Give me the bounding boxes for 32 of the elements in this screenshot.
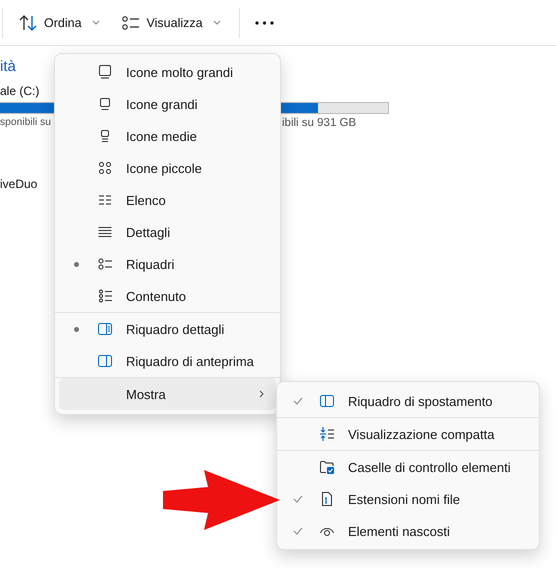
compact-icon <box>320 427 334 441</box>
sort-button[interactable]: Ordina <box>15 8 104 36</box>
menu-item[interactable]: Riquadro di spostamento <box>281 385 535 417</box>
more-icon[interactable] <box>254 20 274 24</box>
menu-item[interactable]: Icone medie <box>59 120 276 152</box>
free-space-text: ibili su 931 GB <box>282 117 356 129</box>
menu-item[interactable]: Riquadro dettagli <box>59 313 276 345</box>
tiles-icon <box>122 14 140 30</box>
file-icon <box>320 492 334 506</box>
menu-item[interactable]: Dettagli <box>59 216 276 248</box>
chevron-down-icon <box>212 20 221 25</box>
list-icon <box>98 193 112 207</box>
section-heading: ità <box>0 58 17 75</box>
menu-item[interactable]: Caselle di controllo elementi <box>281 451 535 483</box>
grid-icon <box>98 161 112 175</box>
folder-check-icon <box>320 460 334 474</box>
chevron-right-icon <box>259 390 264 398</box>
menu-item[interactable]: Visualizzazione compatta <box>281 418 535 450</box>
view-button[interactable]: Visualizza <box>118 8 225 36</box>
menu-item[interactable]: Mostra <box>59 378 276 410</box>
free-space-text: sponibili su <box>0 117 52 129</box>
sort-arrows-icon <box>19 14 37 30</box>
menu-item[interactable]: Riquadro di anteprima <box>59 345 276 377</box>
menu-item[interactable]: Contenuto <box>59 280 276 312</box>
pane-nav-icon <box>320 394 334 408</box>
lines-icon <box>98 225 112 239</box>
menu-item[interactable]: Estensioni nomi file <box>281 483 535 515</box>
tiles-icon <box>98 257 112 271</box>
menu-item[interactable]: Riquadri <box>59 248 276 280</box>
content-icon <box>98 289 112 303</box>
menu-item[interactable]: Elementi nascosti <box>281 515 535 547</box>
chevron-down-icon <box>92 20 100 25</box>
